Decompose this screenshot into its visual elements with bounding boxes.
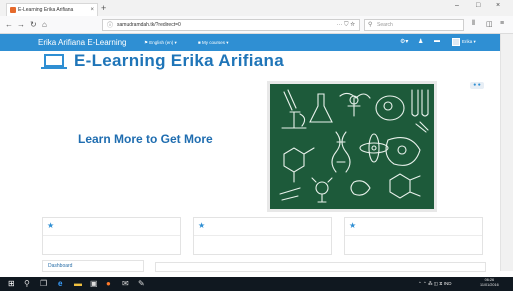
card-divider [194, 235, 331, 236]
language-menu[interactable]: ⚑ English (en) ▾ [144, 39, 177, 47]
screen: E-Learning Erika Arifiana × + – □ × ← → … [0, 0, 513, 291]
info-card[interactable]: ★ [42, 217, 181, 255]
hero-image [267, 81, 437, 212]
browser-tab-strip: E-Learning Erika Arifiana × + – □ × [0, 0, 513, 16]
page-scrollbar[interactable] [500, 34, 513, 271]
url-text: samudramdah.tk/?redirect=0 [117, 22, 181, 28]
courses-label: My courses ▾ [201, 40, 229, 45]
tab-close-icon[interactable]: × [90, 4, 94, 16]
site-favicon-icon [10, 7, 16, 13]
close-window-button[interactable]: × [496, 2, 500, 9]
start-icon[interactable]: ⊞ [8, 279, 15, 289]
browser-navbar: ← → ↻ ⌂ ⓘ samudramdah.tk/?redirect=0 ···… [0, 16, 513, 34]
messages-icon[interactable]: ▬ [434, 38, 440, 44]
url-bar[interactable]: ⓘ samudramdah.tk/?redirect=0 ··· ⛉ ☆ [102, 19, 360, 31]
taskbar: ⊞ ⚲ ❐ e ▬ ▣ ● ✉ ✎ ⌃ ⌃ ⁂ ◫ ⧖ IND 06:26 11… [0, 277, 513, 291]
card-divider [43, 235, 180, 236]
page-title: E-Learning Erika Arifiana [74, 51, 284, 70]
settings-icon[interactable]: ⚙▾ [400, 38, 408, 45]
home-icon[interactable]: ⌂ [42, 19, 47, 30]
firefox-icon[interactable]: ● [106, 279, 111, 289]
paint-icon[interactable]: ✎ [138, 279, 145, 289]
reload-icon[interactable]: ↻ [30, 19, 37, 30]
new-tab-button[interactable]: + [101, 3, 106, 13]
card-divider [345, 235, 482, 236]
my-courses-menu[interactable]: ■ My courses ▾ [198, 39, 228, 47]
info-card[interactable]: ★ [344, 217, 483, 255]
menu-icon[interactable]: ≡ [500, 20, 504, 27]
task-view-icon[interactable]: ❐ [40, 279, 47, 289]
maximize-button[interactable]: □ [476, 2, 480, 9]
content-panel [155, 262, 486, 272]
mail-icon[interactable]: ✉ [122, 279, 129, 289]
slider-control[interactable]: ● ● [470, 82, 484, 89]
file-explorer-icon[interactable]: ▬ [74, 279, 82, 289]
user-menu[interactable]: Erika ▾ [462, 39, 476, 45]
star-icon: ★ [349, 221, 357, 230]
sidebar-icon[interactable]: ◫ [486, 20, 493, 28]
forward-icon[interactable]: → [17, 19, 25, 30]
tab-title: E-Learning Erika Arifiana [18, 7, 74, 13]
site-brand-link[interactable]: Erika Arifiana E-Learning [38, 37, 127, 48]
science-chalkboard-image [270, 84, 434, 209]
store-icon[interactable]: ▣ [90, 279, 98, 289]
system-tray[interactable]: ⌃ ⌃ ⁂ ◫ ⧖ IND [418, 280, 451, 288]
search-taskbar-icon[interactable]: ⚲ [24, 279, 30, 289]
page-header: E-Learning Erika Arifiana [0, 51, 500, 71]
search-icon: ⚲ [368, 22, 373, 28]
url-actions-icon[interactable]: ··· ⛉ ☆ [336, 20, 355, 31]
search-placeholder: Search [377, 22, 393, 28]
info-icon: ⓘ [107, 23, 114, 29]
notifications-icon[interactable]: ♟ [418, 38, 423, 45]
browser-tab[interactable]: E-Learning Erika Arifiana × [6, 3, 98, 16]
edge-icon[interactable]: e [58, 279, 62, 289]
clock-date: 11/01/2016 [480, 283, 499, 287]
dashboard-link[interactable]: Dashboard [42, 260, 144, 272]
star-icon: ★ [47, 221, 55, 230]
back-icon[interactable]: ← [5, 19, 13, 30]
minimize-button[interactable]: – [455, 2, 459, 9]
clock[interactable]: 06:26 11/01/2016 [480, 278, 499, 288]
avatar[interactable] [452, 38, 460, 46]
site-navbar: Erika Arifiana E-Learning ⚑ English (en)… [0, 34, 500, 51]
hero-text: Learn More to Get More [78, 132, 213, 146]
search-input[interactable]: ⚲ Search [364, 19, 464, 31]
star-icon: ★ [198, 221, 206, 230]
library-icon[interactable]: ⫴ [472, 20, 475, 28]
laptop-icon [41, 54, 67, 69]
info-card[interactable]: ★ [193, 217, 332, 255]
language-label: English (en) ▾ [149, 40, 177, 45]
